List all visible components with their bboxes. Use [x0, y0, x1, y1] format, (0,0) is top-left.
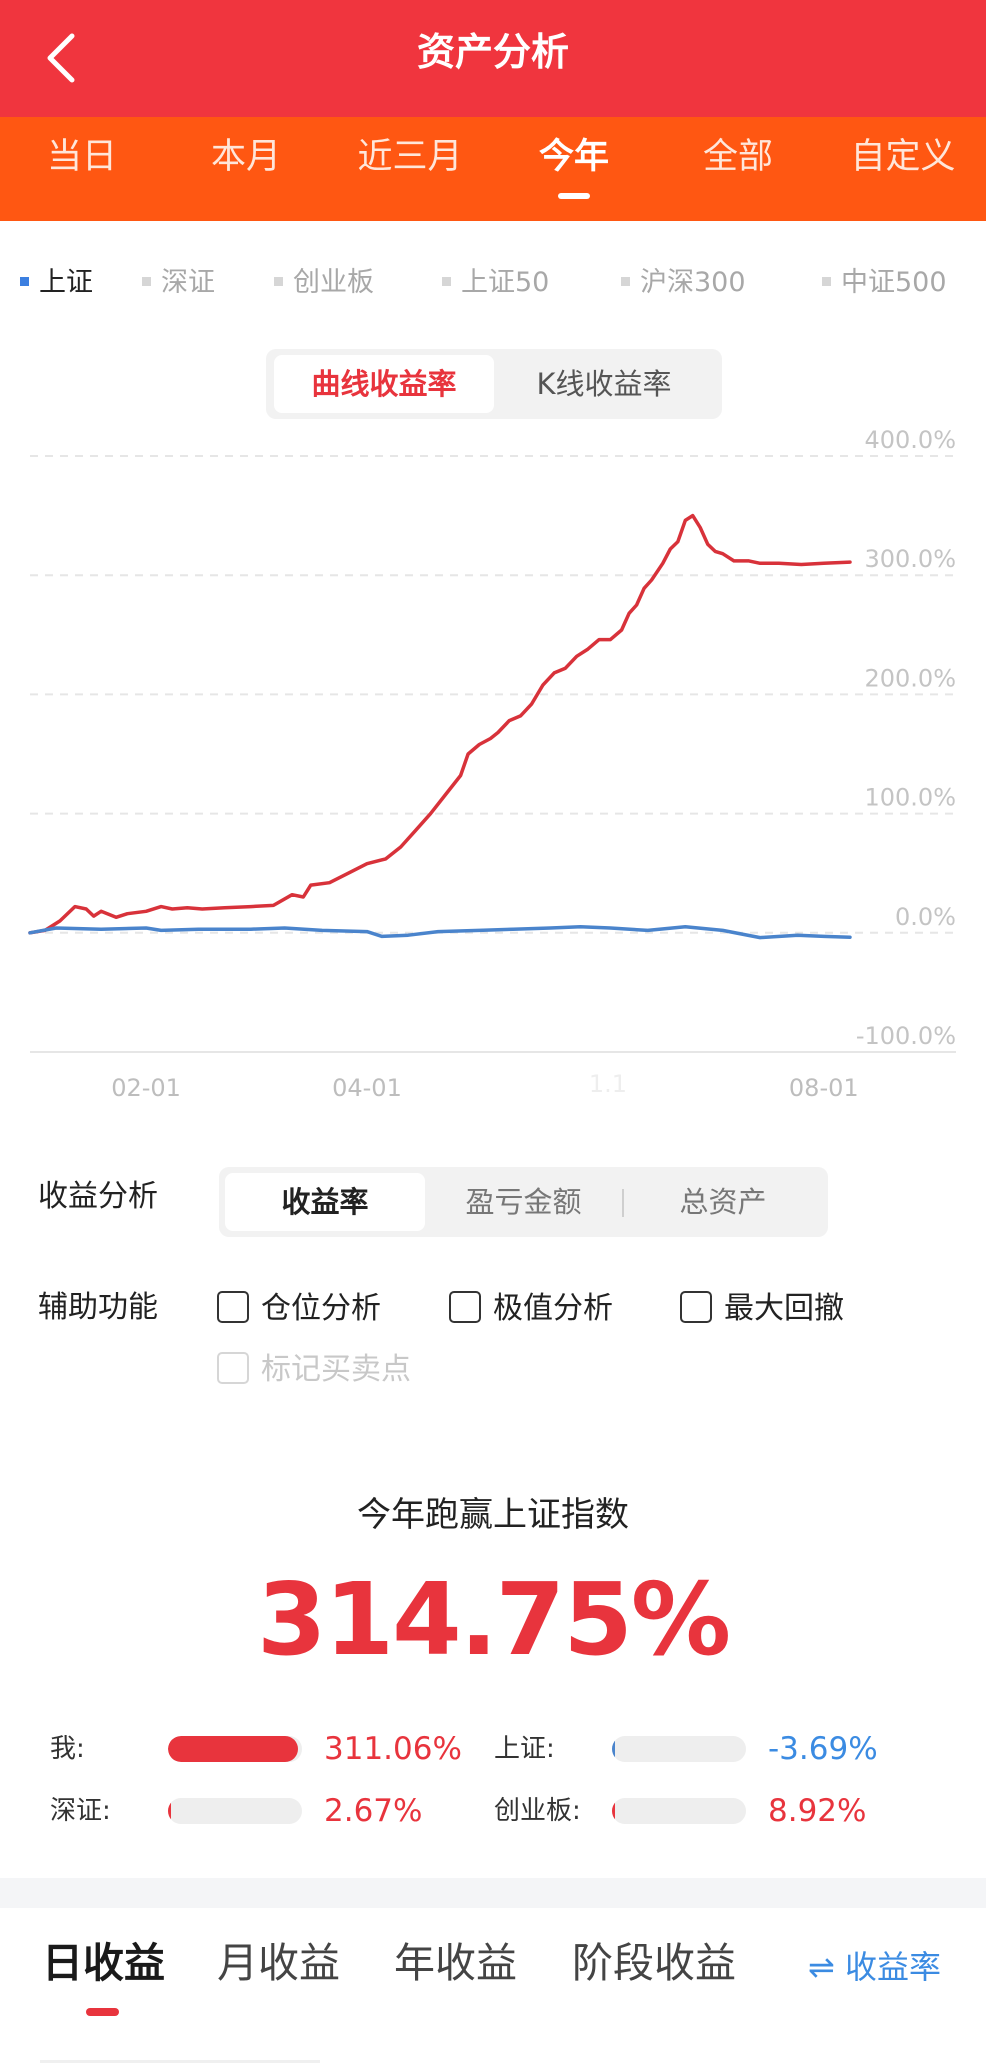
y-tick-label: 400.0% — [864, 426, 956, 454]
index-option-chinext[interactable]: 创业板 — [274, 258, 374, 308]
tab-label: 当日 — [46, 137, 117, 177]
tab-label: 全部 — [702, 137, 773, 177]
x-tick-label: 02-01 — [111, 1074, 181, 1100]
checkbox-icon — [217, 1351, 249, 1384]
return-rate-button[interactable]: 收益率 — [225, 1173, 425, 1231]
compare-bar-tick — [612, 1798, 615, 1824]
total-assets-button[interactable]: 总资产 — [624, 1173, 822, 1231]
index-label: 上证 — [39, 267, 93, 298]
period-tabs: 当日 本月 近三月 今年 全部 自定义 — [0, 117, 986, 221]
compare-value-me: 311.06% — [324, 1731, 462, 1767]
tab-yearly-return[interactable]: 年收益 — [394, 1933, 517, 1993]
kline-return-button[interactable]: K线收益率 — [494, 355, 714, 413]
y-tick-label: 0.0% — [895, 903, 956, 931]
compare-value-sse: -3.69% — [768, 1731, 878, 1767]
tab-label: 自定义 — [850, 137, 956, 177]
tab-all[interactable]: 全部 — [656, 117, 820, 221]
tab-today[interactable]: 当日 — [0, 117, 164, 221]
tab-period-return[interactable]: 阶段收益 — [572, 1933, 736, 1993]
index-label: 上证50 — [461, 267, 550, 298]
x-tick-label: 08-01 — [789, 1074, 859, 1100]
tab-custom[interactable]: 自定义 — [820, 117, 986, 221]
page-title: 资产分析 — [416, 30, 569, 74]
compare-value-chinext: 8.92% — [768, 1793, 867, 1829]
index-option-sse50[interactable]: 上证50 — [442, 258, 549, 308]
y-tick-label: 300.0% — [864, 545, 956, 573]
y-tick-label: 200.0% — [864, 664, 956, 692]
list-preview-line — [40, 2060, 320, 2063]
legend-dot-icon — [274, 277, 283, 286]
y-tick-label: 100.0% — [864, 784, 956, 812]
chart-type-toggle: 曲线收益率 K线收益率 — [266, 349, 722, 419]
compare-label-chinext: 创业板: — [494, 1796, 581, 1826]
compare-value-szse: 2.67% — [324, 1793, 423, 1829]
analysis-segmented-control: 收益率 盈亏金额 总资产 — [219, 1167, 828, 1237]
mark-trades-checkbox: 标记买卖点 — [217, 1347, 411, 1393]
compare-label-me: 我: — [50, 1734, 85, 1764]
active-tab-indicator — [558, 193, 590, 199]
index-option-csi500[interactable]: 中证500 — [822, 258, 947, 308]
compare-label-sse: 上证: — [494, 1734, 555, 1764]
hover-date-label: 1.1 — [589, 1070, 627, 1098]
y-axis-labels: 400.0% 300.0% 200.0% 100.0% 0.0% -100.0% — [856, 426, 956, 1050]
checkbox-label: 极值分析 — [493, 1291, 613, 1326]
checkbox-label: 仓位分析 — [261, 1291, 381, 1326]
legend-dot-icon — [822, 277, 831, 286]
index-label: 中证500 — [841, 267, 947, 298]
tab-label: 近三月 — [357, 137, 463, 177]
extreme-value-checkbox[interactable]: 极值分析 — [449, 1286, 613, 1332]
chart-grid — [30, 455, 956, 1053]
tab-daily-return[interactable]: 日收益 — [42, 1933, 165, 1993]
legend-dot-icon — [621, 277, 630, 286]
compare-bar-tick — [612, 1736, 615, 1762]
switch-return-rate-link[interactable]: ⇌ 收益率 — [808, 1945, 941, 1989]
profit-amount-button[interactable]: 盈亏金额 — [425, 1173, 622, 1231]
compare-bar-szse — [168, 1798, 302, 1824]
x-tick-label: 04-01 — [332, 1074, 402, 1100]
y-tick-label: -100.0% — [856, 1022, 956, 1050]
checkbox-icon — [449, 1290, 481, 1323]
index-option-szse[interactable]: 深证 — [142, 258, 215, 308]
active-tab-indicator — [86, 2008, 119, 2016]
legend-dot-icon — [442, 277, 451, 286]
checkbox-label: 最大回撤 — [724, 1291, 844, 1326]
beat-index-value: 314.75% — [256, 1561, 731, 1678]
compare-bar-tick — [168, 1798, 171, 1824]
legend-dot-icon — [142, 277, 151, 286]
index-label: 创业板 — [293, 267, 374, 298]
tab-this-month[interactable]: 本月 — [164, 117, 328, 221]
position-analysis-checkbox[interactable]: 仓位分析 — [217, 1286, 381, 1332]
index-option-csi300[interactable]: 沪深300 — [621, 258, 746, 308]
aux-label: 辅助功能 — [38, 1290, 158, 1325]
tab-this-year[interactable]: 今年 — [492, 117, 656, 221]
max-drawdown-checkbox[interactable]: 最大回撤 — [680, 1286, 844, 1332]
x-axis-labels: 02-01 04-01 08-01 — [111, 1074, 858, 1100]
analysis-label: 收益分析 — [38, 1179, 158, 1214]
tab-label: 本月 — [210, 137, 281, 177]
checkbox-icon — [680, 1290, 712, 1323]
compare-label-szse: 深证: — [50, 1796, 111, 1826]
tab-monthly-return[interactable]: 月收益 — [217, 1933, 340, 1993]
checkbox-label: 标记买卖点 — [261, 1352, 411, 1387]
section-divider — [0, 1878, 986, 1908]
compare-bar-sse — [612, 1736, 746, 1762]
tab-last-three-months[interactable]: 近三月 — [328, 117, 492, 221]
index-option-sse[interactable]: 上证 — [20, 258, 93, 308]
legend-dot-icon — [20, 277, 29, 286]
index-label: 深证 — [161, 267, 215, 298]
return-line-chart[interactable]: 400.0% 300.0% 200.0% 100.0% 0.0% -100.0% 02-0… — [0, 420, 986, 1100]
compare-bar-me — [168, 1736, 302, 1762]
compare-bar-chinext — [612, 1798, 746, 1824]
checkbox-icon — [217, 1290, 249, 1323]
index-selector: 上证 深证 创业板 上证50 沪深300 中证500 — [0, 258, 986, 308]
compare-bar-fill — [168, 1736, 298, 1762]
chart-series — [28, 513, 852, 940]
curve-return-button[interactable]: 曲线收益率 — [274, 355, 494, 413]
tab-label: 今年 — [538, 137, 609, 177]
beat-index-title: 今年跑赢上证指数 — [357, 1495, 629, 1535]
series-line-my-return — [28, 513, 852, 935]
title-bar: 资产分析 — [0, 0, 986, 117]
index-label: 沪深300 — [640, 267, 746, 298]
